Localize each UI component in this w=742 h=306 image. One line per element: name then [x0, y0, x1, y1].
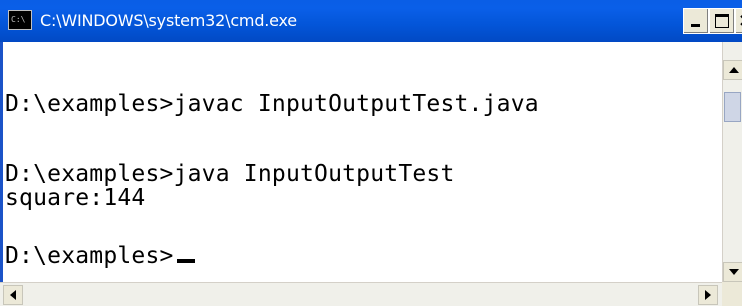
close-icon: × — [738, 10, 742, 32]
console-line: D:\examples>javac InputOutputTest.java — [5, 91, 539, 117]
console-prompt: D:\examples> — [5, 243, 174, 269]
minimize-button[interactable] — [683, 8, 709, 34]
arrow-down-icon — [729, 269, 739, 275]
console-line: D:\examples>java InputOutputTest — [5, 161, 455, 187]
vertical-scrollbar[interactable] — [722, 42, 742, 282]
maximize-button[interactable] — [709, 8, 735, 34]
minimize-icon — [691, 24, 700, 27]
scrollbar-corner — [722, 282, 742, 306]
scroll-thumb[interactable] — [724, 92, 741, 122]
console-line: square:144 — [5, 185, 146, 211]
scroll-up-button[interactable] — [723, 60, 742, 80]
maximize-icon — [715, 14, 729, 28]
console-prompt-line: D:\examples> — [5, 244, 195, 268]
cmd-window: C:\ C:\WINDOWS\system32\cmd.exe × D:\exa… — [0, 0, 742, 306]
arrow-up-icon — [729, 67, 739, 73]
console-icon[interactable]: C:\ — [8, 10, 32, 30]
scroll-right-button[interactable] — [698, 285, 718, 305]
close-button[interactable]: × — [735, 8, 742, 34]
arrow-right-icon — [705, 290, 711, 300]
arrow-left-icon — [10, 290, 16, 300]
window-title: C:\WINDOWS\system32\cmd.exe — [40, 11, 297, 30]
scroll-left-button[interactable] — [3, 285, 23, 305]
text-cursor — [176, 259, 195, 263]
horizontal-scrollbar[interactable] — [0, 282, 722, 306]
console-output[interactable]: D:\examples>javac InputOutputTest.java D… — [0, 42, 722, 282]
scroll-down-button[interactable] — [723, 262, 742, 282]
title-bar[interactable]: C:\ C:\WINDOWS\system32\cmd.exe × — [0, 0, 742, 42]
